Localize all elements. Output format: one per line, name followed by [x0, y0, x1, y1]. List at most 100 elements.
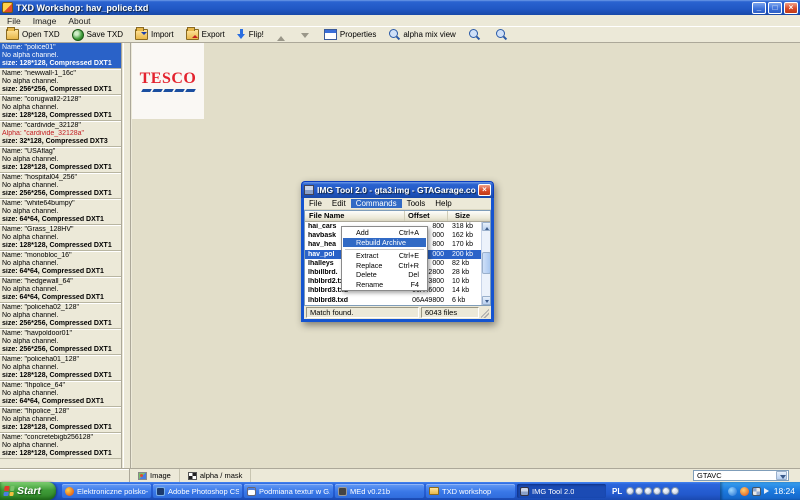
toolbar-button[interactable] [492, 28, 515, 42]
media-play-icon[interactable] [662, 487, 670, 495]
texture-list-item[interactable]: Name: "newwall-1_16c" No alpha channel. … [0, 69, 121, 95]
taskbar-task-button[interactable]: IMG Tool 2.0 [517, 484, 606, 498]
texture-list-item[interactable]: Name: "policeha01_128" No alpha channel.… [0, 355, 121, 381]
texture-size-info: size: 128*128, Compressed DXT1 [2, 450, 121, 458]
media-prev-icon[interactable] [653, 487, 661, 495]
toolbar-button[interactable]: Import [132, 28, 179, 41]
up-arrow-icon [276, 31, 285, 39]
texture-list-item[interactable]: Name: "police01" No alpha channel. size:… [0, 43, 121, 69]
resize-grip[interactable] [481, 307, 489, 318]
media-stop-icon[interactable] [644, 487, 652, 495]
toolbar-button[interactable] [465, 28, 488, 42]
volume-icon[interactable] [764, 488, 769, 494]
file-list-header[interactable]: File Name Offset Size [305, 211, 490, 222]
menu-item[interactable]: About [63, 16, 95, 26]
texture-list-item[interactable]: Name: "monobloc_16" No alpha channel. si… [0, 251, 121, 277]
file-list-scrollbar[interactable] [481, 222, 490, 305]
texture-list-item[interactable]: Name: "hedgewall_64" No alpha channel. s… [0, 277, 121, 303]
taskbar-task-button[interactable]: MEd v0.21b [335, 484, 424, 498]
texture-name: Name: "lhpolice_128" [2, 408, 121, 416]
column-size[interactable]: Size [448, 211, 490, 221]
toolbar-button[interactable]: alpha mix view [385, 28, 460, 42]
toolbar-button[interactable]: Export [183, 28, 230, 41]
view-tab[interactable]: alpha / mask [180, 469, 252, 482]
column-file-name[interactable]: File Name [305, 211, 405, 221]
texture-list-item[interactable]: Name: "white64bumpy" No alpha channel. s… [0, 199, 121, 225]
img-tool-menu-item[interactable]: Help [430, 199, 456, 208]
game-version-combobox[interactable]: GTAVC [693, 470, 789, 481]
texture-list-item[interactable]: Name: "havpoldoor01" No alpha channel. s… [0, 329, 121, 355]
file-size-cell: 28 kb [444, 269, 481, 276]
img-tool-titlebar[interactable]: IMG Tool 2.0 - gta3.img - GTAGarage.com … [301, 181, 494, 198]
commands-menu-entry[interactable]: Rebuild Archive [343, 238, 426, 248]
img-tool-menu-item[interactable]: Commands [351, 199, 402, 208]
restore-button[interactable]: □ [768, 2, 782, 14]
toolbar-button[interactable]: Properties [321, 28, 381, 41]
toolbar-button[interactable]: Flip! [234, 28, 269, 41]
chevron-down-icon[interactable] [776, 471, 787, 480]
texture-size-info: size: 128*128, Compressed DXT1 [2, 372, 121, 380]
commands-menu-entry[interactable]: Delete Del [343, 270, 426, 280]
commands-menu-entry[interactable]: Replace Ctrl+R [343, 261, 426, 271]
toolbar-button[interactable] [297, 30, 317, 40]
texture-list-item[interactable]: Name: "lhpolice_128" No alpha channel. s… [0, 407, 121, 433]
menu-entry-shortcut: Ctrl+R [398, 261, 426, 270]
texture-size-info: size: 128*128, Compressed DXT1 [2, 164, 121, 172]
texture-list-item[interactable]: Name: "lhpolice_64" No alpha channel. si… [0, 381, 121, 407]
language-indicator[interactable]: PL [612, 487, 622, 496]
column-offset[interactable]: Offset [405, 211, 448, 221]
scrollbar-thumb[interactable] [482, 252, 491, 274]
media-pause-icon[interactable] [635, 487, 643, 495]
texture-size-info: size: 32*128, Compressed DXT3 [2, 138, 121, 146]
import-folder-icon [135, 29, 148, 40]
texture-list-item[interactable]: Name: "cardivide_32128" Alpha: "cardivid… [0, 121, 121, 147]
taskbar-task-button[interactable]: Elektroniczne polsko-... [62, 484, 151, 498]
media-misc-icon[interactable] [626, 487, 634, 495]
texture-list-item[interactable]: Name: "corugwall2-2128" No alpha channel… [0, 95, 121, 121]
txd-icon [429, 487, 439, 495]
view-tab[interactable]: Image [130, 469, 180, 482]
taskbar-task-button[interactable]: TXD workshop [426, 484, 515, 498]
file-size-cell: 318 kb [444, 223, 481, 230]
media-next-icon[interactable] [671, 487, 679, 495]
texture-list-item[interactable]: Name: "hospital04_256" No alpha channel.… [0, 173, 121, 199]
texture-list[interactable]: Name: "police01" No alpha channel. size:… [0, 43, 122, 468]
winamp-icon[interactable] [740, 487, 749, 496]
msn-icon[interactable] [728, 487, 737, 496]
img-tool-menu-item[interactable]: Tools [402, 199, 431, 208]
img-tool-menu-item[interactable]: Edit [327, 199, 351, 208]
file-size-cell: 170 kb [444, 241, 481, 248]
commands-menu-entry[interactable]: Rename F4 [343, 280, 426, 290]
commands-menu-entry[interactable]: Add Ctrl+A [343, 228, 426, 238]
task-label: MEd v0.21b [350, 487, 390, 496]
texture-alpha-info: No alpha channel. [2, 260, 121, 268]
taskbar-task-button[interactable]: Adobe Photoshop CS... [153, 484, 242, 498]
texture-list-item[interactable]: Name: "USAflag" No alpha channel. size: … [0, 147, 121, 173]
texture-name: Name: "policeha01_128" [2, 356, 121, 364]
grid-icon[interactable] [752, 487, 761, 496]
sidebar-splitter[interactable] [123, 43, 131, 468]
file-row[interactable]: lhblbrd8.txd 06A49800 6 kb [305, 296, 481, 305]
texture-list-item[interactable]: Name: "concretebigb256128" No alpha chan… [0, 433, 121, 459]
img-tool-close-button[interactable]: × [478, 184, 491, 196]
toolbar-button-label: Flip! [249, 30, 264, 39]
toolbar-button[interactable]: Save TXD [69, 28, 128, 42]
texture-list-item[interactable]: Name: "Grass_128HV" No alpha channel. si… [0, 225, 121, 251]
taskbar-task-button[interactable]: Podmiana textur w G... [244, 484, 333, 498]
menu-item[interactable]: Image [28, 16, 62, 26]
scroll-up-icon[interactable] [482, 222, 491, 231]
txd-workshop-titlebar[interactable]: TXD Workshop: hav_police.txd _ □ × [0, 0, 800, 15]
toolbar-button[interactable]: Open TXD [3, 28, 65, 41]
toolbar-button[interactable] [273, 30, 293, 40]
commands-menu-entry[interactable]: Extract Ctrl+E [343, 251, 426, 261]
task-label: Adobe Photoshop CS... [168, 487, 239, 496]
minimize-button[interactable]: _ [752, 2, 766, 14]
texture-name: Name: "hedgewall_64" [2, 278, 121, 286]
texture-alpha-info: No alpha channel. [2, 208, 121, 216]
scroll-down-icon[interactable] [482, 296, 491, 305]
close-button[interactable]: × [784, 2, 798, 14]
img-tool-menu-item[interactable]: File [304, 199, 327, 208]
start-button[interactable]: Start [0, 482, 56, 500]
menu-item[interactable]: File [2, 16, 26, 26]
texture-list-item[interactable]: Name: "policeha02_128" No alpha channel.… [0, 303, 121, 329]
